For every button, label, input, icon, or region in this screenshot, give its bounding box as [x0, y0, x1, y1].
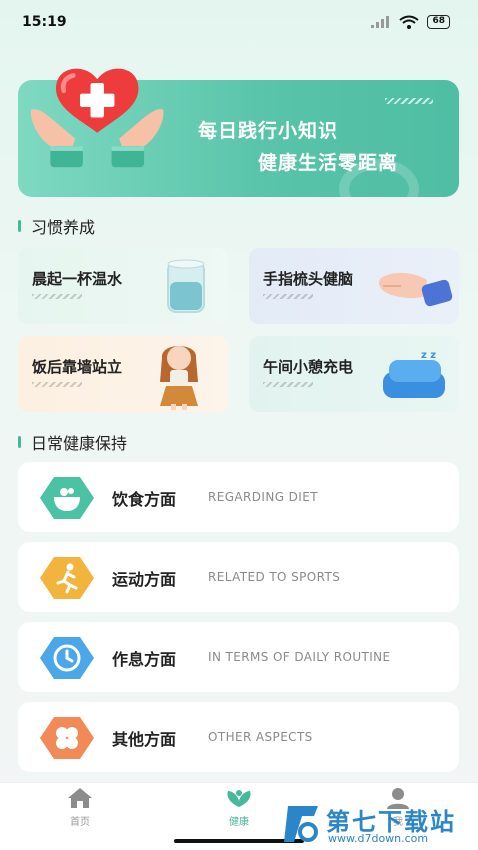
watermark-url: www.d7down.com	[328, 832, 429, 845]
section-marker	[18, 220, 21, 232]
aspect-subtitle: IN TERMS OF DAILY ROUTINE	[208, 650, 391, 664]
pillow-sleep-icon: z z	[383, 350, 445, 398]
health-leaf-icon	[227, 790, 251, 807]
status-icons: 68	[371, 15, 450, 29]
aspect-card-routine[interactable]: 作息方面 IN TERMS OF DAILY ROUTINE	[18, 622, 459, 692]
habit-label: 午间小憩充电	[263, 358, 354, 376]
status-bar: 15:19 68	[0, 0, 478, 44]
tab-label: 健康	[229, 817, 249, 828]
habit-label: 晨起一杯温水	[32, 270, 123, 288]
aspect-subtitle: RELATED TO SPORTS	[208, 570, 341, 584]
food-bowl-icon	[40, 477, 94, 519]
aspect-card-diet[interactable]: 饮食方面 REGARDING DIET	[18, 462, 459, 532]
decorative-stripes	[263, 294, 313, 299]
decorative-stripes	[263, 382, 313, 387]
hand-gesture-icon	[378, 272, 453, 307]
tab-home[interactable]: 首页	[50, 787, 110, 828]
status-time: 15:19	[22, 14, 67, 30]
svg-text:z z: z z	[421, 350, 436, 361]
habit-card-stand-wall[interactable]: 饭后靠墙站立	[18, 336, 228, 412]
decorative-stripes	[32, 294, 82, 299]
aspect-subtitle: OTHER ASPECTS	[208, 730, 313, 744]
water-glass-icon	[167, 259, 205, 313]
habit-card-water[interactable]: 晨起一杯温水	[18, 248, 228, 324]
aspect-title: 运动方面	[112, 570, 177, 589]
decorative-stripes	[385, 98, 433, 104]
hero-title-line2: 健康生活零距离	[258, 152, 399, 174]
aspect-card-sports[interactable]: 运动方面 RELATED TO SPORTS	[18, 542, 459, 612]
wifi-icon	[399, 15, 420, 29]
aspect-card-other[interactable]: 其他方面 OTHER ASPECTS	[18, 702, 459, 772]
clock-icon	[40, 637, 94, 679]
section-marker	[18, 436, 21, 448]
habit-label: 手指梳头健脑	[263, 270, 354, 288]
decorative-stripes	[32, 382, 82, 387]
section-title-text: 日常健康保持	[31, 434, 128, 453]
aspect-title: 其他方面	[112, 730, 177, 749]
aspect-subtitle: REGARDING DIET	[208, 490, 318, 504]
running-person-icon	[40, 557, 94, 599]
signal-icon	[371, 16, 390, 28]
girl-figure-icon	[160, 346, 198, 410]
home-icon	[68, 788, 92, 808]
tab-label: 首页	[70, 817, 90, 828]
watermark: 第七下载站 www.d7down.com	[284, 800, 478, 850]
watermark-logo-icon	[284, 806, 318, 842]
hero-title-line1: 每日践行小知识	[198, 120, 339, 142]
aspect-title: 饮食方面	[112, 490, 177, 509]
clover-icon	[40, 717, 94, 759]
habit-card-comb-hair[interactable]: 手指梳头健脑	[249, 248, 459, 324]
section-title-text: 习惯养成	[31, 218, 96, 237]
aspect-title: 作息方面	[112, 650, 177, 669]
section-title-daily: 日常健康保持	[18, 430, 127, 454]
heart-hands-icon	[30, 68, 164, 168]
battery-indicator: 68	[427, 15, 450, 29]
habit-label: 饭后靠墙站立	[32, 358, 123, 376]
section-title-habits: 习惯养成	[18, 214, 95, 238]
tab-health[interactable]: 健康	[209, 787, 269, 828]
habit-card-nap[interactable]: 午间小憩充电 z z	[249, 336, 459, 412]
